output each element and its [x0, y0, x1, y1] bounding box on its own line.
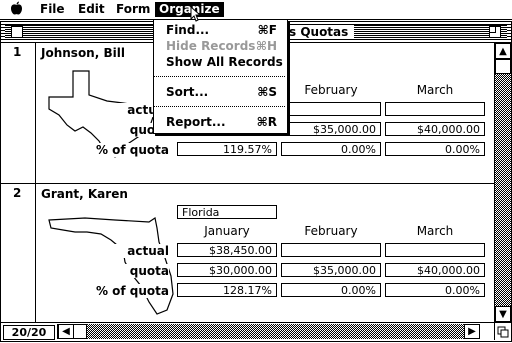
scroll-up-arrow-icon[interactable]: ▲: [495, 43, 511, 59]
quota-march-field[interactable]: $40,000.00: [385, 263, 485, 277]
pct-march-field[interactable]: 0.00%: [385, 142, 485, 156]
salesperson-name: Johnson, Bill: [41, 46, 125, 60]
column-header-february: February: [304, 83, 358, 97]
pct-march-field[interactable]: 0.00%: [385, 283, 485, 297]
close-box[interactable]: [11, 26, 23, 38]
pct-january-field[interactable]: 128.17%: [177, 283, 277, 297]
quota-february-field[interactable]: $35,000.00: [281, 263, 381, 277]
menu-item-sort[interactable]: Sort... ⌘S: [154, 84, 285, 100]
record-2[interactable]: 2 Grant, Karen Florida January February …: [1, 184, 494, 322]
column-header-february: February: [304, 224, 358, 238]
record-number-cell: 2: [1, 184, 36, 322]
organize-menu-dropdown: Find... ⌘F Hide Records ⌘H Show All Reco…: [153, 19, 288, 134]
florida-map-icon: [48, 217, 174, 315]
menu-item-hide-records: Hide Records ⌘H: [166, 39, 277, 53]
menu-edit[interactable]: Edit: [74, 2, 109, 17]
quota-february-field[interactable]: $35,000.00: [281, 122, 381, 136]
scroll-down-arrow-icon[interactable]: ▼: [495, 306, 511, 322]
actual-february-field[interactable]: [281, 102, 381, 116]
bottom-bar: 20/20 ◀ ▶: [1, 322, 511, 340]
scroll-left-arrow-icon[interactable]: ◀: [58, 324, 74, 339]
actual-march-field[interactable]: [385, 102, 485, 116]
menu-file[interactable]: File: [36, 2, 69, 17]
zoom-box[interactable]: [489, 26, 501, 38]
scroll-thumb[interactable]: [495, 59, 511, 74]
row-label-actual: actual: [109, 244, 169, 258]
column-header-january: January: [204, 224, 250, 238]
menu-separator: [154, 76, 285, 77]
state-field[interactable]: Florida: [177, 205, 277, 219]
menu-item-show-all-records[interactable]: Show All Records: [154, 54, 285, 70]
column-header-march: March: [416, 83, 454, 97]
actual-march-field[interactable]: [385, 243, 485, 257]
pct-february-field[interactable]: 0.00%: [281, 142, 381, 156]
horizontal-scroll-thumb[interactable]: [73, 324, 87, 339]
record-number: 1: [13, 45, 22, 59]
actual-february-field[interactable]: [281, 243, 381, 257]
quota-january-field[interactable]: $30,000.00: [177, 263, 277, 277]
vertical-scrollbar[interactable]: ▲ ▼: [494, 43, 511, 322]
record-counter: 20/20: [3, 325, 55, 340]
apple-menu-icon[interactable]: [10, 1, 23, 20]
quota-march-field[interactable]: $40,000.00: [385, 122, 485, 136]
menu-separator: [154, 106, 285, 107]
row-label-quota: quota: [109, 264, 169, 278]
scroll-right-arrow-icon[interactable]: ▶: [464, 324, 480, 339]
window-title: s Quotas: [283, 25, 355, 39]
salesperson-name: Grant, Karen: [41, 187, 128, 201]
pct-january-field[interactable]: 119.57%: [177, 142, 277, 156]
record-number: 2: [13, 186, 22, 200]
menu-bar: File Edit Form Organize: [0, 0, 512, 20]
actual-january-field[interactable]: $38,450.00: [177, 243, 277, 257]
row-label-pct: % of quota: [89, 143, 169, 157]
menu-item-find[interactable]: Find... ⌘F: [154, 22, 285, 38]
mouse-pointer-icon: [190, 6, 202, 22]
row-label-pct: % of quota: [89, 284, 169, 298]
menu-form[interactable]: Form: [112, 2, 154, 17]
pct-february-field[interactable]: 0.00%: [281, 283, 381, 297]
size-box-icon[interactable]: [494, 323, 511, 340]
record-number-cell: 1: [1, 43, 36, 183]
horizontal-scrollbar[interactable]: ◀ ▶: [57, 324, 480, 339]
menu-item-report[interactable]: Report... ⌘R: [154, 114, 285, 130]
column-header-march: March: [416, 224, 454, 238]
